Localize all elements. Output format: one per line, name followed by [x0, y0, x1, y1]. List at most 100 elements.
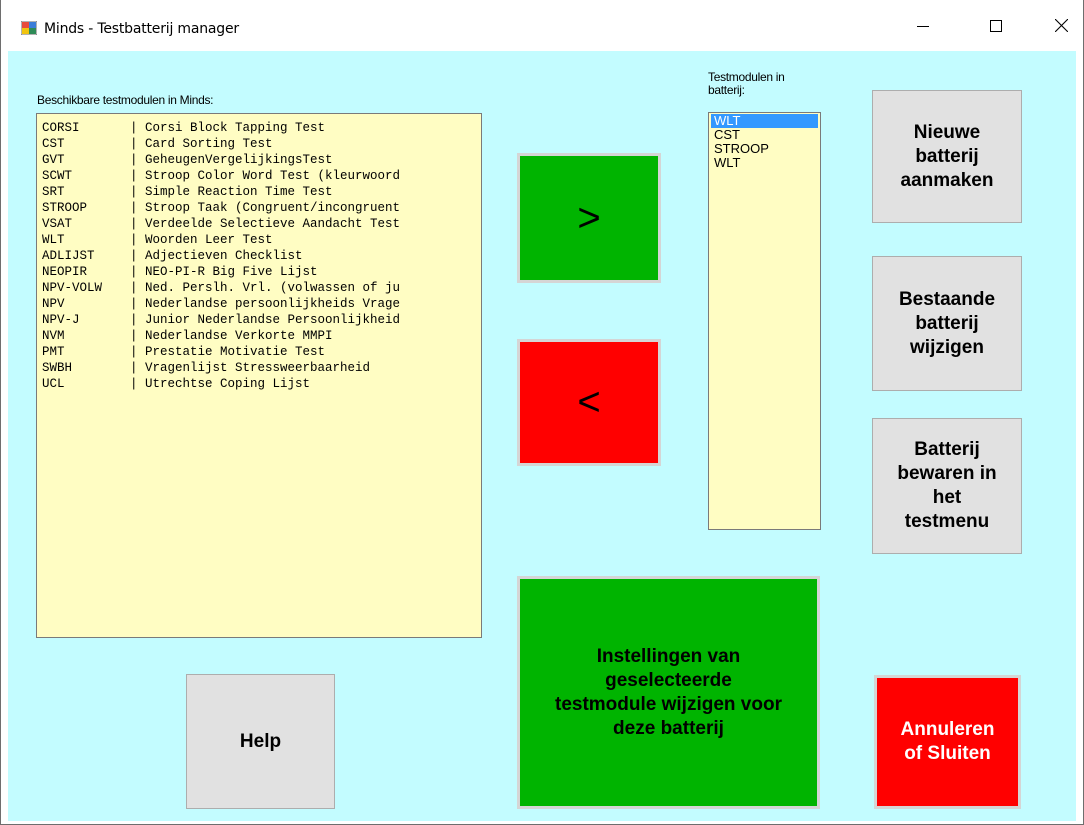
save-battery-button[interactable]: Batterij bewaren in het testmenu	[872, 418, 1022, 554]
save-battery-line: testmenu	[904, 511, 990, 532]
edit-battery-line: Bestaande	[898, 288, 996, 310]
module-name: | Vragenlijst Stressweerbaarheid	[130, 361, 371, 375]
module-name: | Stroop Color Word Test (kleurwoord	[130, 169, 401, 183]
list-item[interactable]: NPV-VOLW | Ned. Perslh. Vrl. (volwassen o…	[37, 280, 481, 296]
module-code: STROOP	[42, 201, 88, 215]
module-name: | GeheugenVergelijkingsTest	[130, 153, 333, 167]
new-battery-line: Nieuwe	[913, 121, 981, 143]
list-item[interactable]: WLT | Woorden Leer Test	[37, 232, 481, 248]
edit-battery-button[interactable]: Bestaande batterij wijzigen	[872, 256, 1022, 391]
module-name: | Ned. Perslh. Vrl. (volwassen of ju	[130, 281, 401, 295]
module-code: SRT	[42, 185, 65, 199]
module-code: CORSI	[42, 121, 80, 135]
add-module-label: >	[577, 195, 601, 240]
close-icon	[1054, 19, 1068, 32]
module-name: | Verdeelde Selectieve Aandacht Test	[130, 217, 401, 231]
module-name: | Nederlandse persoonlijkheids Vrage	[130, 297, 401, 311]
module-code: VSAT	[42, 217, 73, 231]
add-module-button[interactable]: >	[517, 153, 661, 283]
list-item[interactable]: STROOP | Stroop Taak (Congruent/incongrue…	[37, 200, 481, 216]
module-code: NVM	[42, 329, 65, 343]
module-code: PMT	[42, 345, 65, 359]
minimize-icon	[917, 25, 929, 27]
module-name: | Corsi Block Tapping Test	[130, 121, 326, 135]
module-name: | Simple Reaction Time Test	[130, 185, 333, 199]
maximize-icon	[990, 19, 1002, 32]
module-code: ADLIJST	[42, 249, 95, 263]
module-code: SCWT	[42, 169, 73, 183]
list-item[interactable]: WLT	[711, 156, 818, 170]
title-bar[interactable]: Minds - Testbatterij manager	[1, 0, 1083, 51]
save-battery-line: het	[932, 487, 962, 508]
list-item[interactable]: STROOP	[711, 142, 818, 156]
module-settings-line: Instellingen van	[596, 645, 741, 667]
module-name: | Utrechtse Coping Lijst	[130, 377, 311, 391]
minimize-button[interactable]	[900, 0, 946, 51]
list-item[interactable]: PMT | Prestatie Motivatie Test	[37, 344, 481, 360]
module-settings-label: Instellingen van geselecteerde testmodul…	[555, 645, 782, 741]
module-name: | Adjectieven Checklist	[130, 249, 303, 263]
module-settings-line: testmodule wijzigen voor	[555, 693, 782, 715]
window-title: Minds - Testbatterij manager	[44, 21, 239, 37]
module-code: NPV-VOLW	[42, 281, 103, 295]
remove-module-button[interactable]: <	[517, 339, 661, 466]
module-name: | Woorden Leer Test	[130, 233, 273, 247]
edit-battery-label: Bestaande batterij wijzigen	[899, 288, 995, 360]
list-item[interactable]: NPV | Nederlandse persoonlijkheids Vrage	[37, 296, 481, 312]
list-item[interactable]: SRT | Simple Reaction Time Test	[37, 184, 481, 200]
battery-modules-label: Testmodulen in batterij:	[708, 71, 785, 97]
module-settings-line: deze batterij	[613, 717, 724, 739]
list-item[interactable]: WLT	[711, 114, 818, 128]
module-code: NPV-J	[42, 313, 80, 327]
new-battery-line: aanmaken	[900, 169, 994, 191]
list-item[interactable]: NEOPIR | NEO-PI-R Big Five Lijst	[37, 264, 481, 280]
module-name: | NEO-PI-R Big Five Lijst	[130, 265, 318, 279]
cancel-close-line: of Sluiten	[904, 743, 991, 764]
app-window-icon	[21, 21, 37, 35]
main-window: Minds - Testbatterij manager Beschikbare…	[0, 0, 1084, 825]
module-code: CST	[42, 137, 65, 151]
list-item[interactable]: CST	[711, 128, 818, 142]
list-item[interactable]: VSAT | Verdeelde Selectieve Aandacht Test	[37, 216, 481, 232]
close-button[interactable]	[1038, 0, 1084, 51]
list-item[interactable]: GVT | GeheugenVergelijkingsTest	[37, 152, 481, 168]
list-item[interactable]: SWBH | Vragenlijst Stressweerbaarheid	[37, 360, 481, 376]
new-battery-label: Nieuwe batterij aanmaken	[901, 121, 994, 193]
remove-module-label: <	[577, 380, 601, 424]
module-code: SWBH	[42, 361, 73, 375]
edit-battery-line: wijzigen	[910, 336, 984, 358]
module-name: | Junior Nederlandse Persoonlijkheid	[130, 313, 401, 327]
cancel-close-label: Annuleren of Sluiten	[901, 718, 995, 766]
battery-label-line2: batterij:	[708, 83, 745, 97]
module-code: WLT	[42, 233, 65, 247]
module-name: | Prestatie Motivatie Test	[130, 345, 326, 359]
list-item[interactable]: NPV-J | Junior Nederlandse Persoonlijkhei…	[37, 312, 481, 328]
cancel-close-button[interactable]: Annuleren of Sluiten	[874, 675, 1021, 809]
list-item[interactable]: UCL | Utrechtse Coping Lijst	[37, 376, 481, 392]
module-name: | Card Sorting Test	[130, 137, 273, 151]
battery-modules-list[interactable]: WLT CST STROOP WLT	[708, 112, 821, 530]
help-label: Help	[239, 730, 282, 752]
save-battery-label: Batterij bewaren in het testmenu	[897, 438, 996, 534]
list-item[interactable]: SCWT | Stroop Color Word Test (kleurwoord	[37, 168, 481, 184]
help-button[interactable]: Help	[186, 674, 335, 809]
edit-battery-line: batterij	[915, 312, 979, 334]
module-code: GVT	[42, 153, 65, 167]
module-name: | Stroop Taak (Congruent/incongruent	[130, 201, 401, 215]
new-battery-button[interactable]: Nieuwe batterij aanmaken	[872, 90, 1022, 223]
maximize-button[interactable]	[973, 0, 1019, 51]
cancel-close-line: Annuleren	[900, 719, 995, 740]
available-modules-label: Beschikbare testmodulen in Minds:	[37, 93, 214, 107]
module-name: | Nederlandse Verkorte MMPI	[130, 329, 333, 343]
module-settings-button[interactable]: Instellingen van geselecteerde testmodul…	[517, 576, 820, 809]
client-area: Beschikbare testmodulen in Minds: CORSI |…	[8, 51, 1076, 821]
save-battery-line: bewaren in	[897, 463, 997, 484]
list-item[interactable]: CORSI | Corsi Block Tapping Test	[37, 120, 481, 136]
module-code: NEOPIR	[42, 265, 88, 279]
new-battery-line: batterij	[915, 145, 979, 167]
list-item[interactable]: NVM | Nederlandse Verkorte MMPI	[37, 328, 481, 344]
save-battery-line: Batterij	[914, 439, 980, 460]
list-item[interactable]: ADLIJST | Adjectieven Checklist	[37, 248, 481, 264]
list-item[interactable]: CST | Card Sorting Test	[37, 136, 481, 152]
available-modules-list[interactable]: CORSI | Corsi Block Tapping Test CST | Card…	[36, 113, 482, 638]
